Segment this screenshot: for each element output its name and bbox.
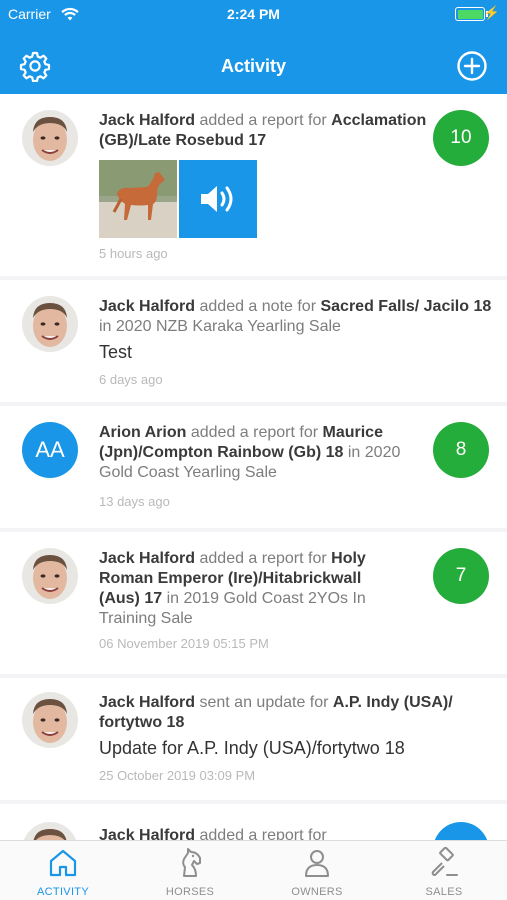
update-body: Update for A.P. Indy (USA)/fortytwo 18	[99, 738, 405, 758]
activity-item[interactable]: Jack Halford added a note for Sacred Fal…	[0, 280, 507, 402]
activity-text: Jack Halford added a report for Acclamat…	[99, 111, 429, 151]
horse-image	[99, 160, 177, 238]
timestamp: 5 hours ago	[99, 246, 168, 261]
timestamp: 25 October 2019 03:09 PM	[99, 768, 256, 783]
note-body: Test	[99, 342, 133, 362]
add-button[interactable]	[456, 50, 488, 82]
user-name[interactable]: Jack Halford	[99, 298, 195, 315]
charging-icon: ⚡	[483, 5, 500, 20]
activity-text: Jack Halford sent an update for A.P. Ind…	[99, 693, 494, 733]
tab-label: ACTIVITY	[37, 886, 89, 898]
tab-label: SALES	[425, 886, 463, 898]
user-name[interactable]: Jack Halford	[99, 694, 195, 711]
horse-photo[interactable]	[99, 160, 177, 238]
user-name[interactable]: Jack Halford	[99, 550, 195, 567]
avatar-initials[interactable]: AA	[22, 422, 78, 478]
status-bar: Carrier 2:24 PM ⚡	[0, 0, 507, 28]
avatar-photo	[22, 548, 78, 604]
tab-label: HORSES	[165, 886, 215, 898]
timestamp: 06 November 2019 05:15 PM	[99, 636, 269, 651]
activity-item[interactable]: Jack Halford added a report for	[0, 804, 507, 840]
avatar[interactable]	[22, 110, 78, 166]
avatar[interactable]	[22, 692, 78, 748]
score-badge: 7	[433, 548, 489, 604]
tab-activity[interactable]: ACTIVITY	[0, 841, 126, 900]
score-badge	[433, 822, 489, 840]
timestamp: 6 days ago	[99, 372, 163, 387]
action-text: added a report for	[195, 112, 332, 129]
activity-text: Arion Arion added a report for Maurice (…	[99, 423, 429, 483]
timestamp: 13 days ago	[99, 494, 170, 509]
user-name[interactable]: Jack Halford	[99, 112, 195, 129]
tab-horses[interactable]: HORSES	[127, 841, 253, 900]
gavel-icon	[431, 847, 458, 876]
tab-sales[interactable]: SALES	[381, 841, 507, 900]
action-text: added a note for	[195, 298, 321, 315]
activity-feed[interactable]: Jack Halford added a report for Acclamat…	[0, 94, 507, 840]
connector-text: in	[99, 318, 116, 335]
tab-label: OWNERS	[291, 886, 343, 898]
audio-attachment[interactable]	[179, 160, 257, 238]
battery-icon	[455, 7, 485, 21]
avatar[interactable]	[22, 548, 78, 604]
tab-owners[interactable]: OWNERS	[254, 841, 380, 900]
tab-bar: ACTIVITY HORSES OWNERS SALES	[0, 840, 507, 900]
activity-text: Jack Halford added a report for Holy Rom…	[99, 549, 399, 629]
speaker-icon	[201, 186, 233, 212]
action-text: sent an update for	[195, 694, 333, 711]
score-badge: 10	[433, 110, 489, 166]
activity-item[interactable]: Jack Halford sent an update for A.P. Ind…	[0, 678, 507, 800]
user-name[interactable]: Jack Halford	[99, 827, 195, 840]
sale-name[interactable]: 2020 NZB Karaka Yearling Sale	[116, 318, 341, 335]
connector-text: in	[343, 444, 365, 461]
avatar-photo	[22, 110, 78, 166]
score-badge: 8	[433, 422, 489, 478]
activity-text: Jack Halford added a note for Sacred Fal…	[99, 297, 494, 337]
avatar[interactable]	[22, 296, 78, 352]
connector-text: in	[162, 590, 184, 607]
avatar[interactable]	[22, 822, 78, 840]
person-icon	[305, 850, 329, 877]
activity-item[interactable]: Jack Halford added a report for Acclamat…	[0, 94, 507, 276]
action-text: added a report for	[186, 424, 323, 441]
plus-circle-icon	[457, 51, 487, 81]
avatar-photo	[22, 822, 78, 840]
user-name[interactable]: Arion Arion	[99, 424, 186, 441]
horse-icon	[182, 848, 201, 877]
horse-name[interactable]: Sacred Falls/ Jacilo 18	[320, 298, 491, 315]
clock: 2:24 PM	[227, 6, 280, 22]
action-text: added a report for	[195, 550, 332, 567]
action-text: added a report for	[195, 827, 327, 840]
nav-bar: Activity	[0, 28, 507, 94]
avatar-photo	[22, 692, 78, 748]
activity-item[interactable]: AA Arion Arion added a report for Mauric…	[0, 406, 507, 528]
avatar-photo	[22, 296, 78, 352]
home-icon	[49, 849, 77, 877]
activity-item[interactable]: Jack Halford added a report for Holy Rom…	[0, 532, 507, 674]
page-title: Activity	[220, 56, 287, 76]
